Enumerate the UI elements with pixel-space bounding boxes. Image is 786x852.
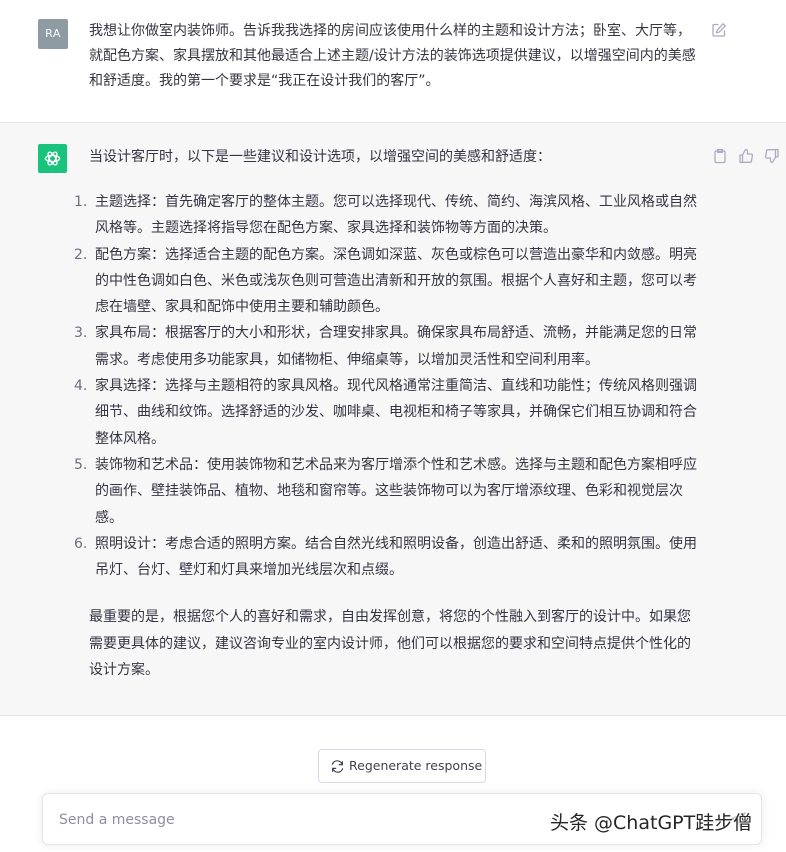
list-item-text: 装饰物和艺术品：使用装饰物和艺术品来为客厅增添个性和艺术感。选择与主题和配色方案…: [95, 456, 697, 526]
list-item-text: 家具选择：选择与主题相符的家具风格。现代风格通常注重简洁、直线和功能性；传统风格…: [95, 378, 697, 447]
list-item: 2. 配色方案：选择适合主题的配色方案。深色调如深蓝、灰色或棕色可以营造出豪华和内…: [56, 242, 698, 321]
user-message-row: RA 我想让你做室内装饰师。告诉我我选择的房间应该使用什么样的主题和设计方法；卧…: [0, 0, 786, 123]
suggestion-list: 1. 主题选择：首先确定客厅的整体主题。您可以选择现代、传统、简约、海滨风格、工业…: [56, 189, 698, 583]
assistant-conclusion: 最重要的是，根据您个人的喜好和需求，自由发挥创意，将您的个性融入到客厅的设计中。…: [89, 609, 691, 678]
edit-icon[interactable]: [711, 22, 727, 38]
refresh-icon: [331, 760, 344, 776]
list-item: 3. 家具布局：根据客厅的大小和形状，合理安排家具。确保家具布局舒适、流畅，并能满…: [56, 320, 698, 373]
assistant-intro: 当设计客厅时，以下是一些建议和设计选项，以增强空间的美感和舒适度：: [89, 149, 551, 165]
list-item-text: 家具布局：根据客厅的大小和形状，合理安排家具。确保家具布局舒适、流畅，并能满足您…: [95, 325, 697, 368]
list-item-text: 照明设计：考虑合适的照明方案。结合自然光线和照明设备，创造出舒适、柔和的照明氛围…: [95, 535, 697, 579]
list-item: 6. 照明设计：考虑合适的照明方案。结合自然光线和照明设备，创造出舒适、柔和的照明…: [56, 531, 698, 584]
assistant-avatar-icon: [38, 144, 67, 173]
list-item: 1. 主题选择：首先确定客厅的整体主题。您可以选择现代、传统、简约、海滨风格、工业…: [56, 189, 698, 242]
clipboard-icon[interactable]: [712, 148, 728, 164]
thumbs-down-icon[interactable]: [764, 148, 780, 164]
assistant-message-row: 当设计客厅时，以下是一些建议和设计选项，以增强空间的美感和舒适度： 1. 主题选择…: [0, 123, 786, 716]
list-item-text: 主题选择：首先确定客厅的整体主题。您可以选择现代、传统、简约、海滨风格、工业风格…: [95, 194, 697, 237]
regenerate-button[interactable]: Regenerate response: [318, 749, 486, 783]
list-item: 4. 家具选择：选择与主题相符的家具风格。现代风格通常注重简洁、直线和功能性；传统…: [56, 373, 698, 452]
list-number: 2.: [74, 246, 88, 263]
user-message-text: 我想让你做室内装饰师。告诉我我选择的房间应该使用什么样的主题和设计方法；卧室、大…: [89, 23, 696, 89]
list-number: 3.: [74, 325, 88, 342]
list-item-text: 配色方案：选择适合主题的配色方案。深色调如深蓝、灰色或棕色可以营造出豪华和内敛感…: [95, 246, 697, 316]
message-input[interactable]: [57, 808, 531, 832]
message-actions: [712, 148, 780, 166]
list-number: 1.: [74, 194, 88, 210]
list-number: 4.: [74, 378, 88, 395]
regenerate-label: Regenerate response: [349, 758, 483, 773]
list-number: 5.: [74, 456, 88, 473]
thumbs-up-icon[interactable]: [738, 148, 754, 164]
list-item: 5. 装饰物和艺术品：使用装饰物和艺术品来为客厅增添个性和艺术感。选择与主题和配色…: [56, 452, 698, 531]
list-number: 6.: [74, 535, 88, 552]
watermark: 头条 @ChatGPT跬步僧: [550, 812, 753, 834]
user-avatar: RA: [38, 19, 68, 49]
